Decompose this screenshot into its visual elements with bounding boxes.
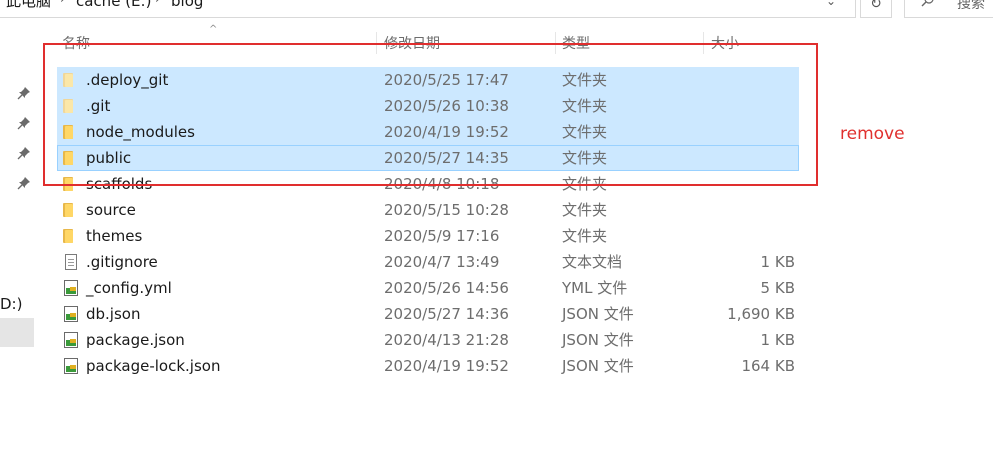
file-name: package-lock.json [86,357,221,375]
pin-icon[interactable] [17,146,31,160]
config-file-icon [63,306,79,322]
config-file-icon [63,358,79,374]
file-name: themes [86,227,143,245]
breadcrumb-this-pc[interactable]: 此电脑 [6,0,51,9]
text-file-icon [63,254,79,270]
file-type: JSON 文件 [562,357,634,375]
search-placeholder: 搜索 [957,0,985,12]
breadcrumb-drive[interactable]: cache (E:) [76,0,151,9]
file-row[interactable]: .gitignore 2020/4/7 13:49 文本文档 1 KB [57,249,799,275]
pin-icon[interactable] [17,176,31,190]
file-row[interactable]: themes 2020/5/9 17:16 文件夹 [57,223,799,249]
file-row[interactable]: source 2020/5/15 10:28 文件夹 [57,197,799,223]
file-date: 2020/5/9 17:16 [384,227,500,245]
file-type: JSON 文件 [562,305,634,323]
file-name: _config.yml [86,279,172,297]
breadcrumb-folder[interactable]: blog [171,0,203,9]
file-name: .gitignore [86,253,158,271]
top-bar: 此电脑 › cache (E:) › blog ⌄ ↻ 搜索 [0,0,993,20]
annotation-label: remove [840,124,905,144]
file-size: 1 KB [760,253,795,271]
file-row[interactable]: package-lock.json 2020/4/19 19:52 JSON 文… [57,353,799,379]
file-type: YML 文件 [562,279,628,297]
breadcrumb-separator: › [60,0,65,8]
file-row[interactable]: package.json 2020/4/13 21:28 JSON 文件 1 K… [57,327,799,353]
search-icon [921,0,934,7]
config-file-icon [63,332,79,348]
file-date: 2020/4/13 21:28 [384,331,509,349]
file-size: 1,690 KB [727,305,795,323]
file-size: 1 KB [760,331,795,349]
file-type: 文本文档 [562,253,623,271]
sort-ascending-icon: ^ [209,24,218,35]
file-date: 2020/5/26 14:56 [384,279,509,297]
file-row[interactable]: _config.yml 2020/5/26 14:56 YML 文件 5 KB [57,275,799,301]
file-type: JSON 文件 [562,331,634,349]
pin-icon[interactable] [17,86,31,100]
breadcrumb-separator: › [155,0,160,8]
file-type: 文件夹 [562,227,608,245]
file-size: 5 KB [760,279,795,297]
file-size: 164 KB [741,357,795,375]
address-bar[interactable]: 此电脑 › cache (E:) › blog ⌄ [0,0,856,18]
pin-icon[interactable] [17,116,31,130]
refresh-icon: ↻ [870,0,882,12]
file-type: 文件夹 [562,201,608,219]
file-row[interactable]: db.json 2020/5/27 14:36 JSON 文件 1,690 KB [57,301,799,327]
file-date: 2020/5/15 10:28 [384,201,509,219]
config-file-icon [63,280,79,296]
refresh-button[interactable]: ↻ [860,0,892,18]
folder-icon [63,202,79,218]
chevron-down-icon[interactable]: ⌄ [826,0,836,9]
file-name: db.json [86,305,141,323]
folder-icon [63,228,79,244]
search-box[interactable]: 搜索 [904,0,993,18]
nav-item-selected[interactable] [0,318,34,347]
file-name: source [86,201,136,219]
file-date: 2020/5/27 14:36 [384,305,509,323]
file-date: 2020/4/19 19:52 [384,357,509,375]
nav-drive-label[interactable]: D:) [0,295,22,313]
file-date: 2020/4/7 13:49 [384,253,500,271]
file-name: package.json [86,331,185,349]
annotation-highlight-box [43,43,818,186]
